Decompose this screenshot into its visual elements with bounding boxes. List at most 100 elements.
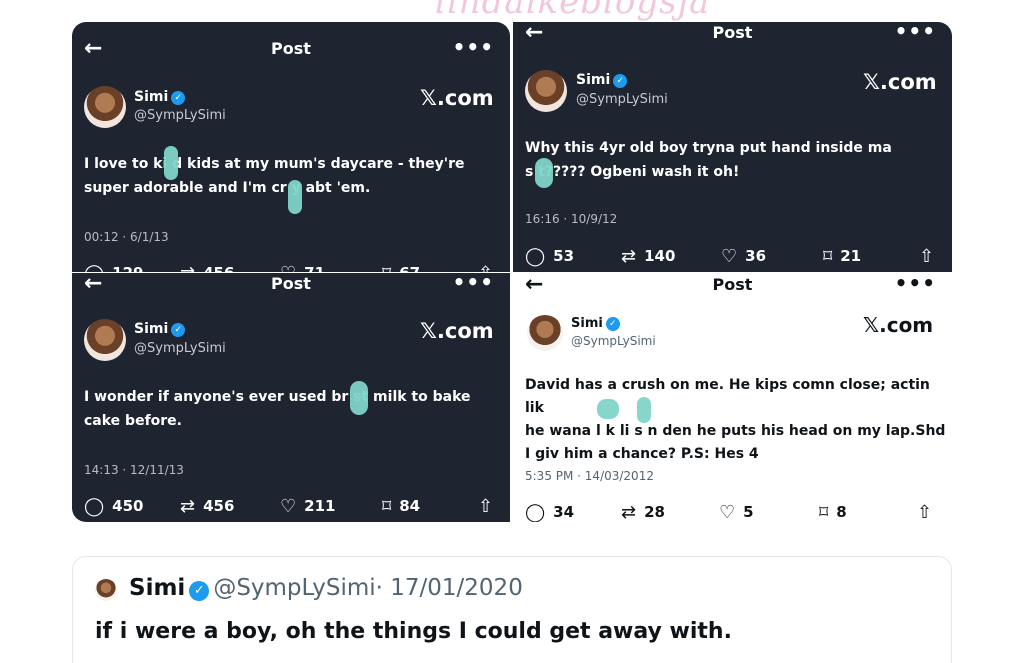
bookmark-icon: ⌑ [382, 495, 392, 517]
post-header: ← Post ••• [513, 22, 952, 46]
repost-button[interactable]: ⇄ 28 [621, 502, 665, 523]
redaction-blot [350, 381, 368, 415]
verified-badge-icon: ✓ [605, 317, 620, 331]
post-text: David has a crush on me. He kips comn cl… [525, 377, 946, 462]
post-card-4: ← Post ••• Simi ✓ @SympLySimi 𝕏.com David… [513, 273, 952, 522]
redaction-blot [637, 397, 651, 423]
share-button[interactable]: ⇧ [919, 246, 934, 267]
share-icon: ⇧ [478, 495, 494, 517]
bookmark-button[interactable]: ⌑ 21 [823, 246, 861, 267]
repost-button[interactable]: ⇄456 [180, 263, 234, 273]
more-options-icon[interactable]: ••• [453, 273, 494, 295]
repost-button[interactable]: ⇄ 140 [621, 246, 675, 267]
post-text: Why this 4yr old boy tryna put hand insi… [525, 140, 892, 180]
repost-icon: ⇄ [621, 501, 637, 523]
heart-icon: ♡ [721, 245, 738, 267]
reply-bubble-icon: ◯ [84, 263, 104, 273]
bookmark-icon: ⌑ [823, 245, 833, 267]
post-card-3: ← Post ••• Simi ✓ @SympLySimi 𝕏.com I won… [72, 273, 510, 522]
share-icon: ⇧ [919, 245, 935, 267]
repost-icon: ⇄ [180, 495, 196, 517]
reply-button[interactable]: ◯ 53 [525, 246, 574, 267]
reply-button[interactable]: ◯129 [84, 263, 143, 273]
post-card-2: ← Post ••• Simi ✓ @SympLySimi 𝕏.com Why t… [513, 22, 952, 272]
user-handle[interactable]: @SympLySimi [576, 92, 668, 107]
avatar[interactable] [84, 319, 126, 361]
display-name[interactable]: Simi ✓ [576, 72, 628, 88]
share-button[interactable]: ⇧ [478, 496, 493, 517]
post-timestamp: 16:16 · 10/9/12 [525, 212, 618, 226]
share-button[interactable]: ⇧ [917, 502, 932, 523]
repost-button[interactable]: ⇄456 [180, 496, 234, 517]
verified-badge-icon: ✓ [171, 91, 186, 105]
bookmark-icon: ⌑ [819, 501, 829, 523]
like-button[interactable]: ♡ 5 [719, 502, 754, 523]
quoted-post[interactable]: Simi ✓ @SympLySimi· 17/01/2020 if i were a… [72, 556, 952, 663]
post-actions: ◯ 450 ⇄ 456 ♡ 211 ⌑ 84 ⇧ [72, 493, 510, 519]
post-title: Post [712, 275, 753, 294]
post-date: · 17/01/2020 [375, 575, 523, 601]
like-button[interactable]: ♡71 [280, 263, 325, 273]
like-button[interactable]: ♡ 36 [721, 246, 766, 267]
avatar[interactable] [95, 579, 117, 601]
watermark-text: lindaikeblogsja [435, 0, 711, 22]
reply-button[interactable]: ◯ 34 [525, 502, 574, 523]
repost-icon: ⇄ [621, 245, 637, 267]
post-actions: ◯ 53 ⇄ 140 ♡ 36 ⌑ 21 ⇧ [513, 243, 952, 269]
x-com-brand: 𝕏.com [420, 86, 494, 110]
repost-icon: ⇄ [180, 263, 195, 273]
x-com-brand: 𝕏.com [420, 319, 494, 343]
display-name[interactable]: Simi ✓ [134, 89, 186, 105]
x-com-brand: 𝕏.com [863, 70, 937, 94]
verified-badge-icon: ✓ [171, 323, 186, 337]
post-title: Post [271, 39, 311, 58]
post-header: ← Post ••• [72, 34, 510, 62]
heart-icon: ♡ [280, 495, 297, 517]
redaction-blot [288, 180, 302, 214]
more-options-icon[interactable]: ••• [895, 273, 936, 296]
post-actions: ◯129 ⇄456 ♡71 ⌑67 ⇧ [72, 260, 510, 273]
post-card-1: ← Post ••• Simi ✓ @SympLySimi 𝕏.com I lov… [72, 22, 510, 272]
x-com-brand: 𝕏.com [863, 313, 934, 337]
post-header: ← Post ••• [513, 273, 952, 298]
avatar[interactable] [525, 70, 567, 112]
avatar[interactable] [84, 86, 126, 128]
share-icon: ⇧ [478, 263, 493, 273]
bookmark-icon: ⌑ [382, 263, 391, 273]
post-timestamp: 5:35 PM · 14/03/2012 [525, 469, 654, 483]
reply-button[interactable]: ◯ 450 [84, 496, 143, 517]
heart-icon: ♡ [280, 263, 296, 273]
bookmark-button[interactable]: ⌑ 84 [382, 496, 420, 517]
bookmark-button[interactable]: ⌑ 8 [819, 502, 847, 523]
more-options-icon[interactable]: ••• [453, 34, 494, 60]
verified-badge-icon: ✓ [613, 74, 628, 88]
more-options-icon[interactable]: ••• [895, 22, 936, 44]
post-timestamp: 00:12 · 6/1/13 [84, 230, 169, 244]
share-icon: ⇧ [917, 501, 933, 523]
user-handle[interactable]: @SympLySimi [213, 575, 375, 601]
redaction-blot [535, 158, 553, 188]
redaction-blot [164, 146, 178, 180]
post-title: Post [712, 23, 753, 42]
post-title: Post [271, 274, 311, 293]
reply-bubble-icon: ◯ [84, 495, 105, 517]
quoted-post-text: if i were a boy, oh the things I could g… [95, 619, 732, 644]
post-actions: ◯ 34 ⇄ 28 ♡ 5 ⌑ 8 ⇧ [513, 499, 952, 523]
reply-bubble-icon: ◯ [525, 501, 546, 523]
share-button[interactable]: ⇧ [478, 263, 493, 273]
verified-badge-icon: ✓ [189, 580, 210, 601]
post-text: I wonder if anyone's ever used br st mil… [84, 389, 471, 429]
heart-icon: ♡ [719, 501, 736, 523]
bookmark-button[interactable]: ⌑67 [382, 263, 420, 273]
like-button[interactable]: ♡ 211 [280, 496, 335, 517]
redaction-blot [597, 399, 619, 419]
display-name[interactable]: Simi ✓ [134, 321, 186, 337]
user-handle[interactable]: @SympLySimi [134, 341, 226, 356]
avatar[interactable] [527, 315, 563, 351]
reply-bubble-icon: ◯ [525, 245, 546, 267]
display-name[interactable]: Simi [129, 575, 185, 601]
user-handle[interactable]: @SympLySimi [571, 334, 656, 348]
display-name[interactable]: Simi ✓ [571, 316, 620, 331]
user-handle[interactable]: @SympLySimi [134, 108, 226, 123]
post-header: ← Post ••• [72, 273, 510, 297]
